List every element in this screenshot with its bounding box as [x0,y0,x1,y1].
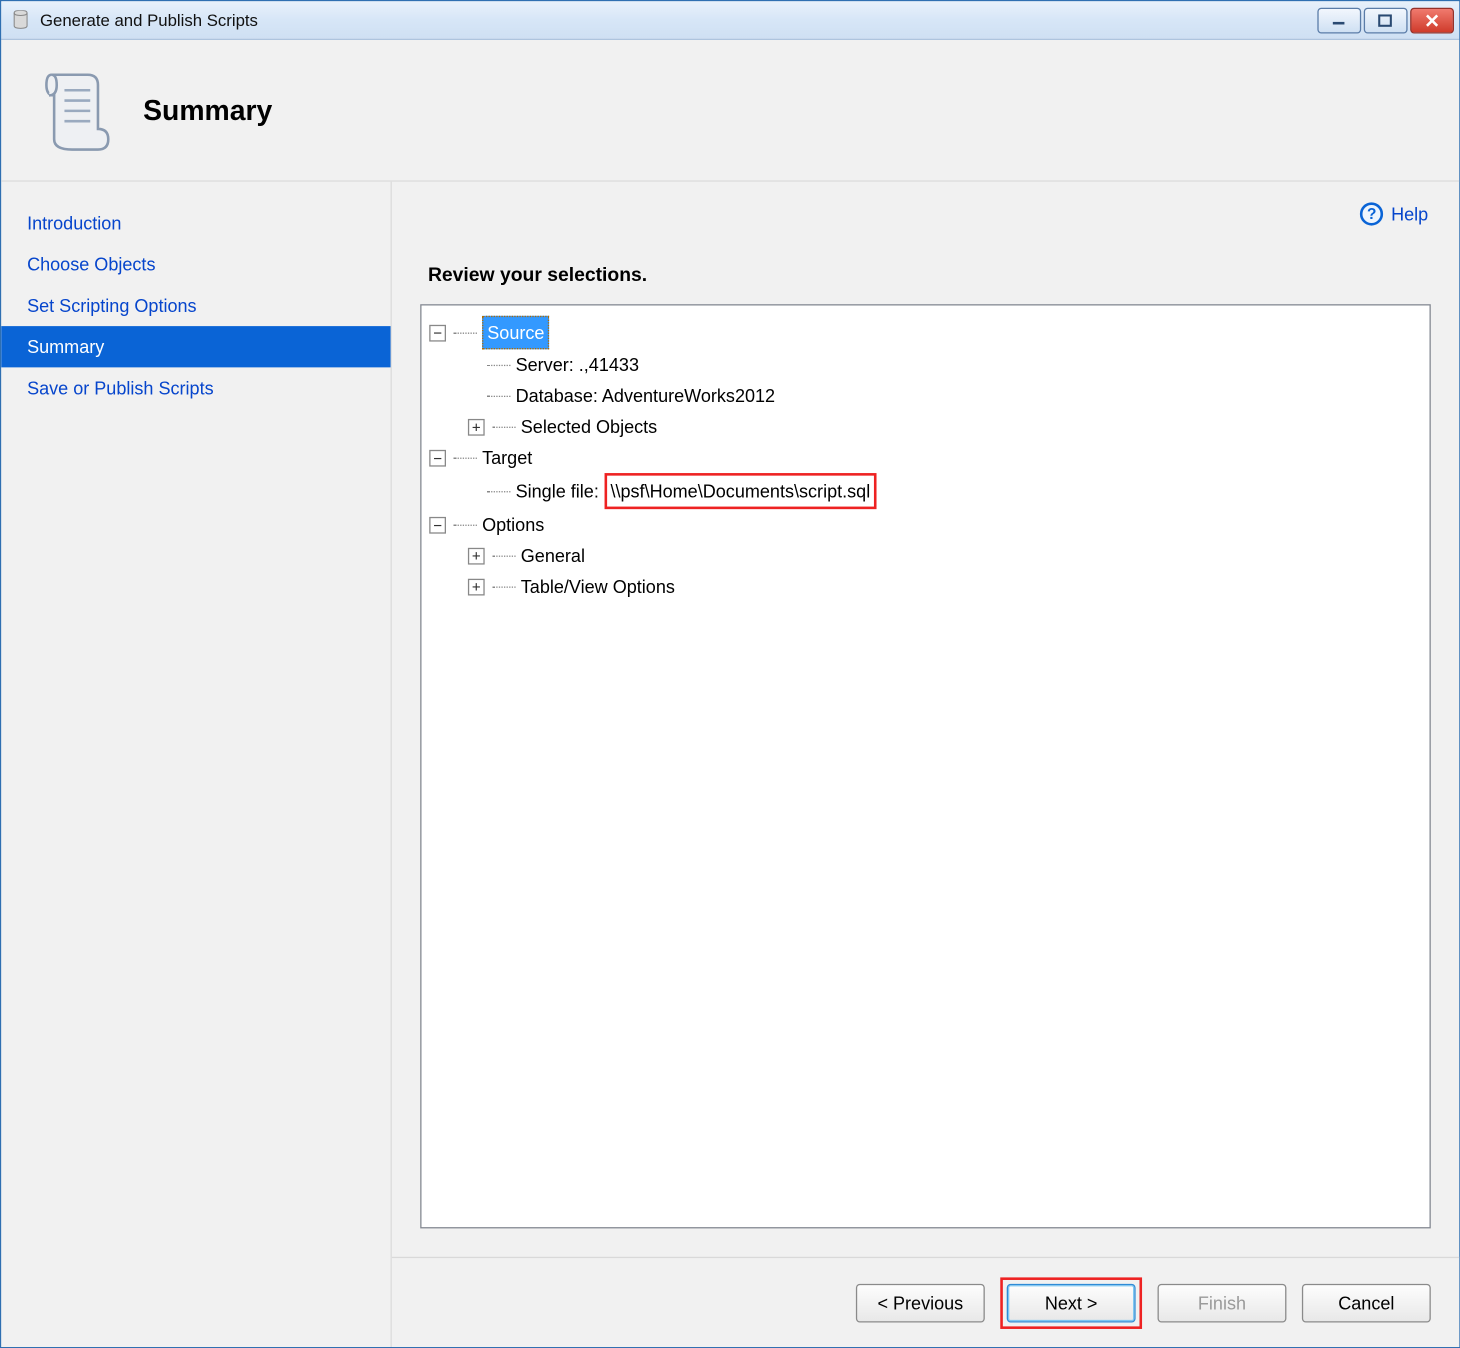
highlight-single-file-path: \\psf\Home\Documents\script.sql [604,473,877,509]
close-button[interactable] [1410,7,1454,33]
highlight-next-button: Next > [1000,1277,1142,1329]
window-controls [1317,7,1454,33]
tree-label-server: Server: .,41433 [516,349,639,380]
tree-node-options[interactable]: − Options + General [429,509,1422,602]
tree-label-source: Source [482,316,549,350]
collapse-icon[interactable]: − [429,324,446,341]
tree-node-single-file[interactable]: Single file: \\psf\Home\Documents\script… [468,473,1422,509]
maximize-button[interactable] [1364,7,1408,33]
instruction-text: Review your selections. [428,264,1459,286]
sidebar-item-introduction[interactable]: Introduction [1,202,390,243]
summary-tree-panel: − Source Server: .,41433 [420,304,1431,1228]
summary-tree: − Source Server: .,41433 [429,316,1422,602]
app-icon [9,8,32,31]
tree-label-selected-objects: Selected Objects [521,411,657,442]
expand-icon[interactable]: + [468,418,485,435]
expand-icon[interactable]: + [468,578,485,595]
cancel-button[interactable]: Cancel [1302,1283,1431,1322]
help-label: Help [1391,204,1428,225]
sidebar-item-summary[interactable]: Summary [1,326,390,367]
tree-value-single-file-path: \\psf\Home\Documents\script.sql [610,481,870,502]
tree-label-database: Database: AdventureWorks2012 [516,380,775,411]
tree-node-selected-objects[interactable]: + Selected Objects [468,411,1422,442]
collapse-icon[interactable]: − [429,449,446,466]
tree-node-target[interactable]: − Target Single file: [429,442,1422,509]
tree-label-single-file: Single file: [516,476,599,507]
tree-node-source[interactable]: − Source Server: .,41433 [429,316,1422,442]
wizard-window: Generate and Publish Scripts Sum [0,0,1460,1348]
expand-icon[interactable]: + [468,547,485,564]
window-title: Generate and Publish Scripts [40,10,1317,29]
tree-label-tableview: Table/View Options [521,571,675,602]
tree-label-target: Target [482,442,532,473]
page-title: Summary [143,93,272,127]
previous-button[interactable]: < Previous [856,1283,985,1322]
titlebar: Generate and Publish Scripts [1,1,1459,40]
wizard-sidebar: Introduction Choose Objects Set Scriptin… [1,182,392,1347]
tree-node-server[interactable]: Server: .,41433 [468,349,1422,380]
script-icon [37,65,117,155]
tree-node-database[interactable]: Database: AdventureWorks2012 [468,380,1422,411]
wizard-footer: < Previous Next > Finish Cancel [392,1257,1459,1347]
next-button[interactable]: Next > [1007,1283,1136,1322]
tree-node-general[interactable]: + General [468,540,1422,571]
sidebar-item-choose-objects[interactable]: Choose Objects [1,244,390,285]
help-link[interactable]: ? Help [1360,202,1428,225]
sidebar-item-save-or-publish[interactable]: Save or Publish Scripts [1,367,390,408]
sidebar-item-set-scripting-options[interactable]: Set Scripting Options [1,285,390,326]
wizard-content: ? Help Review your selections. − Source [392,182,1459,1347]
help-icon: ? [1360,202,1383,225]
tree-label-options: Options [482,509,544,540]
tree-node-tableview[interactable]: + Table/View Options [468,571,1422,602]
minimize-button[interactable] [1317,7,1361,33]
wizard-body: Introduction Choose Objects Set Scriptin… [1,182,1459,1347]
wizard-header: Summary [1,40,1459,182]
finish-button: Finish [1158,1283,1287,1322]
collapse-icon[interactable]: − [429,516,446,533]
tree-label-general: General [521,540,585,571]
